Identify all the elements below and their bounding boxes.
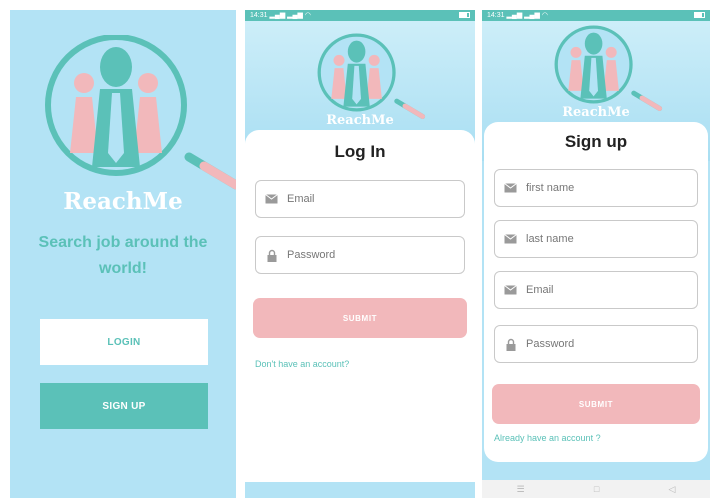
login-screen: 14:31 ▂▄▆ ▂▄▆ ◠ ReachMe Log In Email SUB… [245, 10, 475, 498]
home-icon[interactable]: □ [594, 484, 599, 494]
email-input[interactable] [287, 193, 437, 205]
signup-link[interactable]: Don't have an account? [255, 359, 349, 369]
submit-button[interactable]: SUBMIT [492, 384, 700, 424]
password-input[interactable] [526, 338, 676, 350]
brand-name: ReachMe [326, 113, 394, 128]
status-time: 14:31 [487, 12, 505, 19]
email-field[interactable] [255, 180, 465, 218]
signup-card: Sign up SUBMIT Already have an a [484, 122, 708, 462]
email-field[interactable] [494, 271, 698, 309]
back-icon[interactable]: ◁ [668, 484, 675, 495]
status-time: 14:31 [250, 12, 268, 19]
brand-name: ReachMe [63, 188, 183, 215]
password-field[interactable] [255, 236, 465, 274]
signal-icon: ▂▄▆ ▂▄▆ ◠ [269, 12, 311, 19]
signal-icon: ▂▄▆ ▂▄▆ ◠ [506, 12, 548, 19]
lock-icon [504, 338, 517, 351]
logo-icon [554, 25, 663, 111]
signup-screen: 14:31 ▂▄▆ ▂▄▆ ◠ ReachMe Sign up first na… [482, 10, 710, 498]
login-link[interactable]: Already have an account ? [494, 433, 601, 443]
splash-screen: ReachMe Search job around the world! LOG… [10, 10, 236, 498]
password-input[interactable] [287, 249, 437, 261]
battery-icon [456, 10, 470, 21]
page-title: Sign up [564, 132, 628, 151]
first-name-field[interactable] [494, 169, 698, 207]
submit-button[interactable]: SUBMIT [253, 298, 467, 338]
email-input[interactable] [526, 284, 676, 296]
signup-button[interactable]: SIGN UP [40, 383, 208, 429]
page-title: Log In [334, 142, 386, 161]
logo-icon [317, 33, 426, 119]
status-bar: 14:31 ▂▄▆ ▂▄▆ ◠ [245, 10, 475, 21]
last-name-input[interactable] [526, 233, 676, 245]
mail-icon [504, 284, 517, 297]
login-button[interactable]: LOGIN [40, 319, 208, 365]
brand-name: ReachMe [562, 105, 630, 120]
bottom-band [245, 482, 475, 498]
mail-icon [504, 182, 517, 195]
password-field[interactable] [494, 325, 698, 363]
mail-icon [265, 193, 278, 206]
first-name-input[interactable] [526, 182, 676, 194]
battery-icon [691, 10, 705, 21]
lock-icon [265, 249, 278, 262]
logo-icon [45, 35, 236, 190]
menu-icon[interactable]: ☰ [517, 484, 525, 495]
login-card: Log In SUBMIT Don't have an account? [245, 130, 475, 486]
status-bar: 14:31 ▂▄▆ ▂▄▆ ◠ [482, 10, 710, 21]
system-nav-bar: ☰ □ ◁ [482, 480, 710, 498]
last-name-field[interactable] [494, 220, 698, 258]
tagline: Search job around the world! [38, 234, 208, 277]
mail-icon [504, 233, 517, 246]
